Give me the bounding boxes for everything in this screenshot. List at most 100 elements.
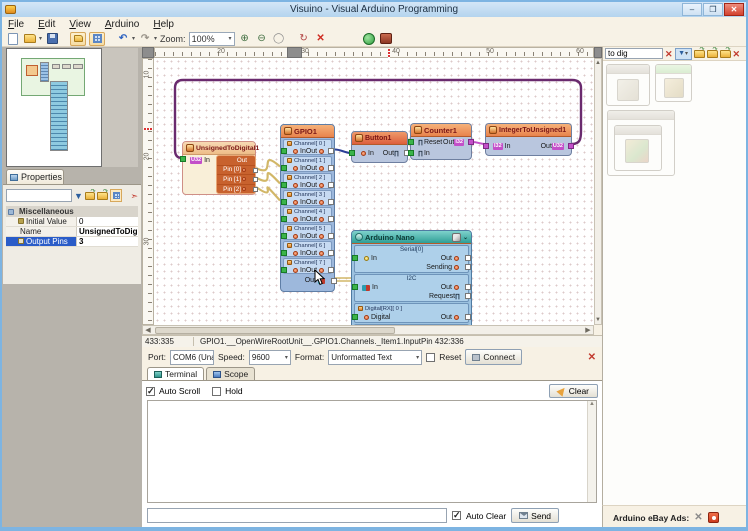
palette-component-card[interactable] [606, 64, 650, 106]
disconnect-icon[interactable]: ✕ [588, 352, 596, 363]
clear-search-icon[interactable]: ✕ [665, 49, 673, 59]
counter-in-pin[interactable] [408, 150, 414, 156]
clear-button[interactable]: Clear [549, 384, 598, 398]
property-row-output-pins[interactable]: Output Pins 3 [6, 237, 138, 247]
send-input[interactable] [147, 508, 447, 523]
grid-view-icon[interactable] [110, 189, 122, 202]
palette-component-card[interactable] [655, 64, 692, 102]
u2d-pin1[interactable]: Pin [1] [217, 175, 255, 185]
connect-button[interactable]: Connect [465, 349, 522, 365]
new-file-icon[interactable] [6, 32, 20, 45]
palette-category-card[interactable] [607, 110, 675, 176]
zoom-in-icon[interactable]: ⊕ [238, 32, 252, 45]
hold-checkbox[interactable] [212, 387, 221, 396]
button-in-pin[interactable] [349, 150, 355, 156]
tools-icon[interactable]: ✕ [694, 512, 702, 523]
toggle-grid-icon[interactable] [89, 32, 105, 46]
collapse-all-icon[interactable] [97, 192, 108, 200]
send-button[interactable]: Send [511, 508, 559, 523]
undo-icon[interactable]: ↶ [116, 32, 130, 45]
block-counter1[interactable]: Counter1 ∏Reset Out I32 ∏In [410, 123, 472, 160]
delete-icon[interactable]: ✕ [314, 32, 328, 45]
reset-checkbox[interactable] [426, 353, 435, 362]
canvas-horizontal-scrollbar[interactable]: ◀ ▶ [142, 325, 594, 335]
menu-arduino[interactable]: Arduino [105, 19, 139, 30]
u2d-pin2[interactable]: Pin [2] [217, 185, 255, 195]
property-category[interactable]: Miscellaneous [6, 206, 138, 217]
expand-all-icon[interactable] [85, 192, 96, 200]
property-row-name[interactable]: Name UnsignedToDigit... [6, 227, 138, 237]
tab-scope[interactable]: Scope [206, 367, 255, 380]
property-row-initial-value[interactable]: Initial Value 0 [6, 217, 138, 227]
gpio-i2c-out-pin[interactable]: Out [281, 275, 334, 286]
design-minimap[interactable] [6, 48, 102, 167]
zoom-fit-icon[interactable]: ◯ [272, 32, 286, 45]
properties-filter-input[interactable] [6, 189, 72, 202]
canvas-vertical-scrollbar[interactable]: ▲ ▼ [594, 58, 602, 325]
menu-help[interactable]: Help [153, 19, 174, 30]
auto-scroll-checkbox[interactable] [146, 387, 155, 396]
block-gpio1[interactable]: GPIO1 Channel[ 0 ] InOut Channel[ 1 ] In… [280, 124, 335, 292]
properties-tab[interactable]: Properties [6, 169, 64, 184]
block-unsignedtodigital1[interactable]: UnsignedToDigital1 U32 In Out Pin [0] Pi… [182, 141, 256, 195]
zoom-select[interactable]: 100%▾ [189, 32, 235, 46]
format-select[interactable]: Unformatted Text▾ [328, 350, 422, 365]
scrollbar-thumb[interactable] [155, 327, 395, 334]
gpio-channel-2[interactable]: Channel[ 2 ] InOut [283, 173, 332, 189]
block-arduino-nano[interactable]: Arduino Nano ⌄ Serial[0] In Out Sending [351, 230, 472, 325]
menu-file[interactable]: File [8, 19, 24, 30]
gpio-channel-5[interactable]: Channel[ 5 ] InOut [283, 224, 332, 240]
palette-search-input[interactable] [605, 48, 663, 59]
block-integertounsigned1[interactable]: IntegerToUnsigned1 I32 In Out U32 [485, 123, 572, 156]
pin-icon[interactable]: ➣ [130, 191, 138, 201]
open-file-icon[interactable] [23, 32, 37, 45]
port-select[interactable]: COM6 (Unav▾ [170, 350, 214, 365]
rx-digital-pin[interactable] [352, 314, 358, 320]
refresh-icon[interactable]: ↻ [297, 32, 311, 45]
i2u-out-pin[interactable] [568, 143, 574, 149]
menu-view[interactable]: View [69, 19, 91, 30]
collapse-chevron-icon[interactable]: ⌄ [463, 234, 468, 241]
ad-stop-icon[interactable] [708, 512, 719, 523]
counter-out-pin[interactable] [468, 139, 474, 145]
gpio-channel-3[interactable]: Channel[ 3 ] InOut [283, 190, 332, 206]
i2c-request-pin[interactable] [465, 293, 471, 299]
serial-in-pin[interactable] [352, 255, 358, 261]
filter-funnel-icon[interactable]: ▼ [74, 191, 83, 201]
block-button1[interactable]: Button1 In Out∏ [351, 131, 408, 163]
counter-reset-pin[interactable] [408, 139, 414, 145]
serial-out-pin[interactable] [465, 255, 471, 261]
auto-clear-checkbox[interactable] [452, 511, 461, 520]
wrench-icon[interactable] [452, 233, 461, 242]
palette-component-card[interactable] [614, 125, 662, 171]
save-file-icon[interactable] [45, 32, 59, 45]
u2d-in-pin[interactable] [180, 156, 186, 162]
terminal-scrollbar[interactable]: ▲ [587, 401, 596, 502]
close-filter-icon[interactable]: ✕ [733, 49, 741, 59]
u2d-pin0[interactable]: Pin [0] [217, 166, 255, 176]
gpio-channel-1[interactable]: Channel[ 1 ] InOut [283, 156, 332, 172]
terminal-output[interactable]: ▲ [147, 400, 597, 503]
i2u-in-pin[interactable] [483, 143, 489, 149]
category-up-icon[interactable] [694, 50, 705, 58]
design-canvas[interactable]: UnsignedToDigital1 U32 In Out Pin [0] Pi… [154, 58, 594, 325]
i2c-in-pin[interactable] [352, 284, 358, 290]
i2c-out-pin[interactable] [465, 284, 471, 290]
maximize-button[interactable]: ❒ [703, 3, 723, 16]
serial-sending-pin[interactable] [465, 264, 471, 270]
speed-select[interactable]: 9600▾ [249, 350, 291, 365]
close-button[interactable]: ✕ [724, 3, 744, 16]
gpio-channel-6[interactable]: Channel[ 6 ] InOut [283, 241, 332, 257]
minimize-button[interactable]: – [682, 3, 702, 16]
category-down-icon[interactable] [720, 50, 731, 58]
compile-icon[interactable] [362, 32, 376, 45]
zoom-out-icon[interactable]: ⊖ [255, 32, 269, 45]
menu-edit[interactable]: Edit [38, 19, 55, 30]
filter-funnel-icon[interactable]: ▼▾ [675, 48, 692, 60]
gpio-channel-0[interactable]: Channel[ 0 ] InOut [283, 139, 332, 155]
gpio-channel-4[interactable]: Channel[ 4 ] InOut [283, 207, 332, 223]
upload-icon[interactable] [379, 32, 393, 45]
category-open-icon[interactable] [707, 50, 718, 58]
redo-icon[interactable]: ↷ [138, 32, 152, 45]
toggle-structure-icon[interactable] [70, 32, 86, 46]
